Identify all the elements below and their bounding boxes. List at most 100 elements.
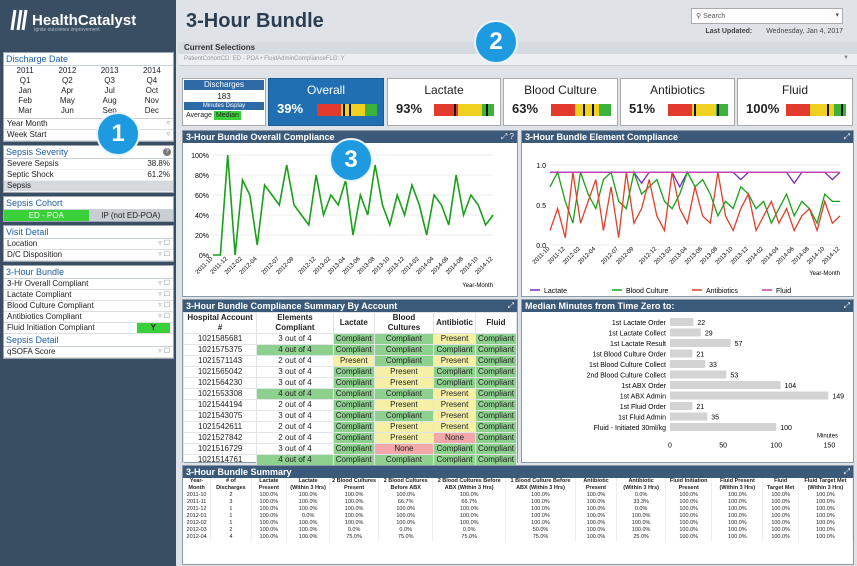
expand-icon[interactable]: ⤢ [844,131,850,143]
month-option[interactable]: Feb [4,96,46,106]
table-row[interactable]: 2012-02 1 100.0% 100.0% 100.0% 100.0% 100.0% 10… [183,520,853,527]
month-option[interactable]: Oct [131,86,173,96]
expand-icon[interactable]: ⤢ [844,466,850,478]
column-header[interactable]: Elements Compliant [256,312,334,334]
table-row[interactable]: 1021542611 2 out of 4 Compliant Present Pres… [182,421,518,433]
column-header[interactable]: Fluid [474,312,518,334]
column-header[interactable]: Lactate (Within 3 Hrs) [286,478,331,492]
column-header[interactable]: Year-Month [183,478,212,492]
bar[interactable] [670,423,777,431]
cohort-ed-poa[interactable]: ED - POA [4,210,89,221]
year-option[interactable]: 2012 [46,66,88,76]
bar[interactable] [670,360,706,368]
table-row[interactable]: 1021516729 3 out of 4 Compliant None Complia… [182,443,518,455]
location-select[interactable]: Location ▿ ☐ [4,239,173,250]
year-option[interactable]: 2011 [4,66,46,76]
bar[interactable] [670,318,694,326]
column-header[interactable]: Hospital Account # [182,312,258,334]
quarter-option[interactable]: Q2 [46,76,88,86]
bar[interactable] [670,339,731,347]
expand-icon[interactable]: ⤢ ? [501,131,514,143]
bar[interactable] [670,412,708,421]
current-selections-bar[interactable]: PatientCohortCD: ED - POA • FluidAdminCo… [178,54,857,66]
severity-row[interactable]: Severe Sepsis 38.8% [4,159,173,170]
average-toggle[interactable]: Average [184,111,214,120]
filter-icon[interactable]: ▼ [843,55,849,61]
median-toggle[interactable]: Median [213,111,241,120]
month-option[interactable]: Jun [46,106,88,116]
table-row[interactable]: 1021544194 2 out of 4 Compliant Present Pres… [182,399,518,411]
help-icon[interactable]: ? [163,148,171,156]
table-row[interactable]: 1021514761 4 out of 4 Compliant Compliant Co… [182,454,518,466]
column-header[interactable]: Antibiotic Present [575,478,618,492]
kpi-card-fluid[interactable]: Fluid 100% [737,78,853,126]
column-header[interactable]: Fluid Target Met (Within 3 Hrs) [798,478,853,492]
year-option[interactable]: 2014 [131,66,173,76]
column-header[interactable]: 2 Blood Cultures Before ABX [378,478,434,492]
bundle-filter-row[interactable]: Blood Culture Compliant ▿ ☐ [4,301,173,312]
month-option[interactable]: Mar [4,106,46,116]
quarter-option[interactable]: Q3 [89,76,131,86]
table-row[interactable]: 2012-01 1 100.0% 0.0% 100.0% 100.0% 100.0% 100.… [183,513,853,520]
qsofa-select[interactable]: qSOFA Score ▿ ☐ [4,347,173,358]
quarter-option[interactable]: Q4 [131,76,173,86]
table-row[interactable]: 2012-04 4 100.0% 100.0% 75.0% 75.0% 75.0% 75.0%… [183,534,853,541]
column-header[interactable]: Antibiotic [433,312,476,334]
bundle-filter-row[interactable]: Fluid Initiation Compliant Y [4,323,173,334]
month-option[interactable]: Dec [131,106,173,116]
bundle-filter-row[interactable]: 3-Hr Overall Compliant ▿ ☐ [4,279,173,290]
month-option[interactable]: Apr [46,86,88,96]
column-header[interactable]: Fluid Target Met [762,478,799,492]
column-header[interactable]: Blood Cultures [373,312,435,334]
bundle-filter-row[interactable]: Lactate Compliant ▿ ☐ [4,290,173,301]
cohort-ip[interactable]: IP (not ED-POA) [88,210,173,221]
year-month-select[interactable]: Year Month ▿ [4,118,173,130]
chevron-down-icon[interactable]: ▾ [835,11,839,19]
column-header[interactable]: 2 Blood Cultures Before ABX (Within 3 Hr… [432,478,507,492]
table-row[interactable]: 1021571143 2 out of 4 Present Compliant Pres… [182,355,518,367]
column-header[interactable]: # of Discharges [210,478,252,492]
table-row[interactable]: 1021565042 3 out of 4 Compliant Present Comp… [182,366,518,378]
month-option[interactable]: Aug [89,96,131,106]
bar[interactable] [670,391,829,400]
dc-disposition-select[interactable]: D/C Disposition ▿ ☐ [4,250,173,261]
severity-row[interactable]: Sepsis [4,181,173,192]
month-option[interactable]: May [46,96,88,106]
kpi-card-lactate[interactable]: Lactate 93% [387,78,501,126]
quarter-option[interactable]: Q1 [4,76,46,86]
kpi-card-overall[interactable]: Overall 39% [268,78,384,126]
table-row[interactable]: 1021543075 3 out of 4 Compliant Compliant Pr… [182,410,518,422]
column-header[interactable]: Fluid Present (Within 3 Hrs) [711,478,764,492]
column-header[interactable]: Lactate [332,312,375,334]
column-header[interactable]: 2 Blood Cultures Present [329,478,380,492]
expand-icon[interactable]: ⤢ [844,300,850,312]
table-row[interactable]: 1021553308 4 out of 4 Compliant Compliant Pr… [182,388,518,400]
column-header[interactable]: Antibiotic (Within 3 Hrs) [616,478,667,492]
column-header[interactable]: 1 Blood Culture Before ABX (Within 3 Hrs… [505,478,576,492]
table-row[interactable]: 1021575375 4 out of 4 Compliant Compliant Co… [182,344,518,356]
expand-icon[interactable]: ⤢ [508,300,514,312]
table-row[interactable]: 1021564230 3 out of 4 Compliant Present Comp… [182,377,518,389]
month-option[interactable]: Jul [89,86,131,96]
bar[interactable] [670,381,781,389]
kpi-card-blood-culture[interactable]: Blood Culture 63% [503,78,618,126]
table-row[interactable]: 1021527842 2 out of 4 Compliant Present None… [182,432,518,444]
bar[interactable] [670,328,701,337]
bar[interactable] [670,402,693,410]
table-row[interactable]: 2011-11 3 100.0% 100.0% 100.0% 66.7% 66.7% 100.… [183,499,853,506]
month-option[interactable]: Jan [4,86,46,96]
year-option[interactable]: 2013 [89,66,131,76]
kpi-card-antibiotics[interactable]: Antibiotics 51% [620,78,735,126]
bar[interactable] [670,349,693,358]
table-row[interactable]: 2011-10 2 100.0% 100.0% 100.0% 100.0% 100.0% 10… [183,492,853,499]
table-row[interactable]: 2012-03 2 100.0% 100.0% 0.0% 0.0% 0.0% 50.0% 100… [183,527,853,534]
table-row[interactable]: 2011-12 1 100.0% 100.0% 100.0% 100.0% 100.0% 10… [183,506,853,513]
bundle-filter-row[interactable]: Antibiotics Compliant ▿ ☐ [4,312,173,323]
table-row[interactable]: 1021585681 3 out of 4 Compliant Compliant Pr… [182,333,518,345]
month-option[interactable]: Nov [131,96,173,106]
column-header[interactable]: Lactate Present [251,478,288,492]
search-input[interactable]: ⚲ Search ▾ [691,8,843,24]
column-header[interactable]: Fluid Initiation Present [665,478,713,492]
severity-row[interactable]: Septic Shock 61.2% [4,170,173,181]
bar[interactable] [670,370,727,379]
